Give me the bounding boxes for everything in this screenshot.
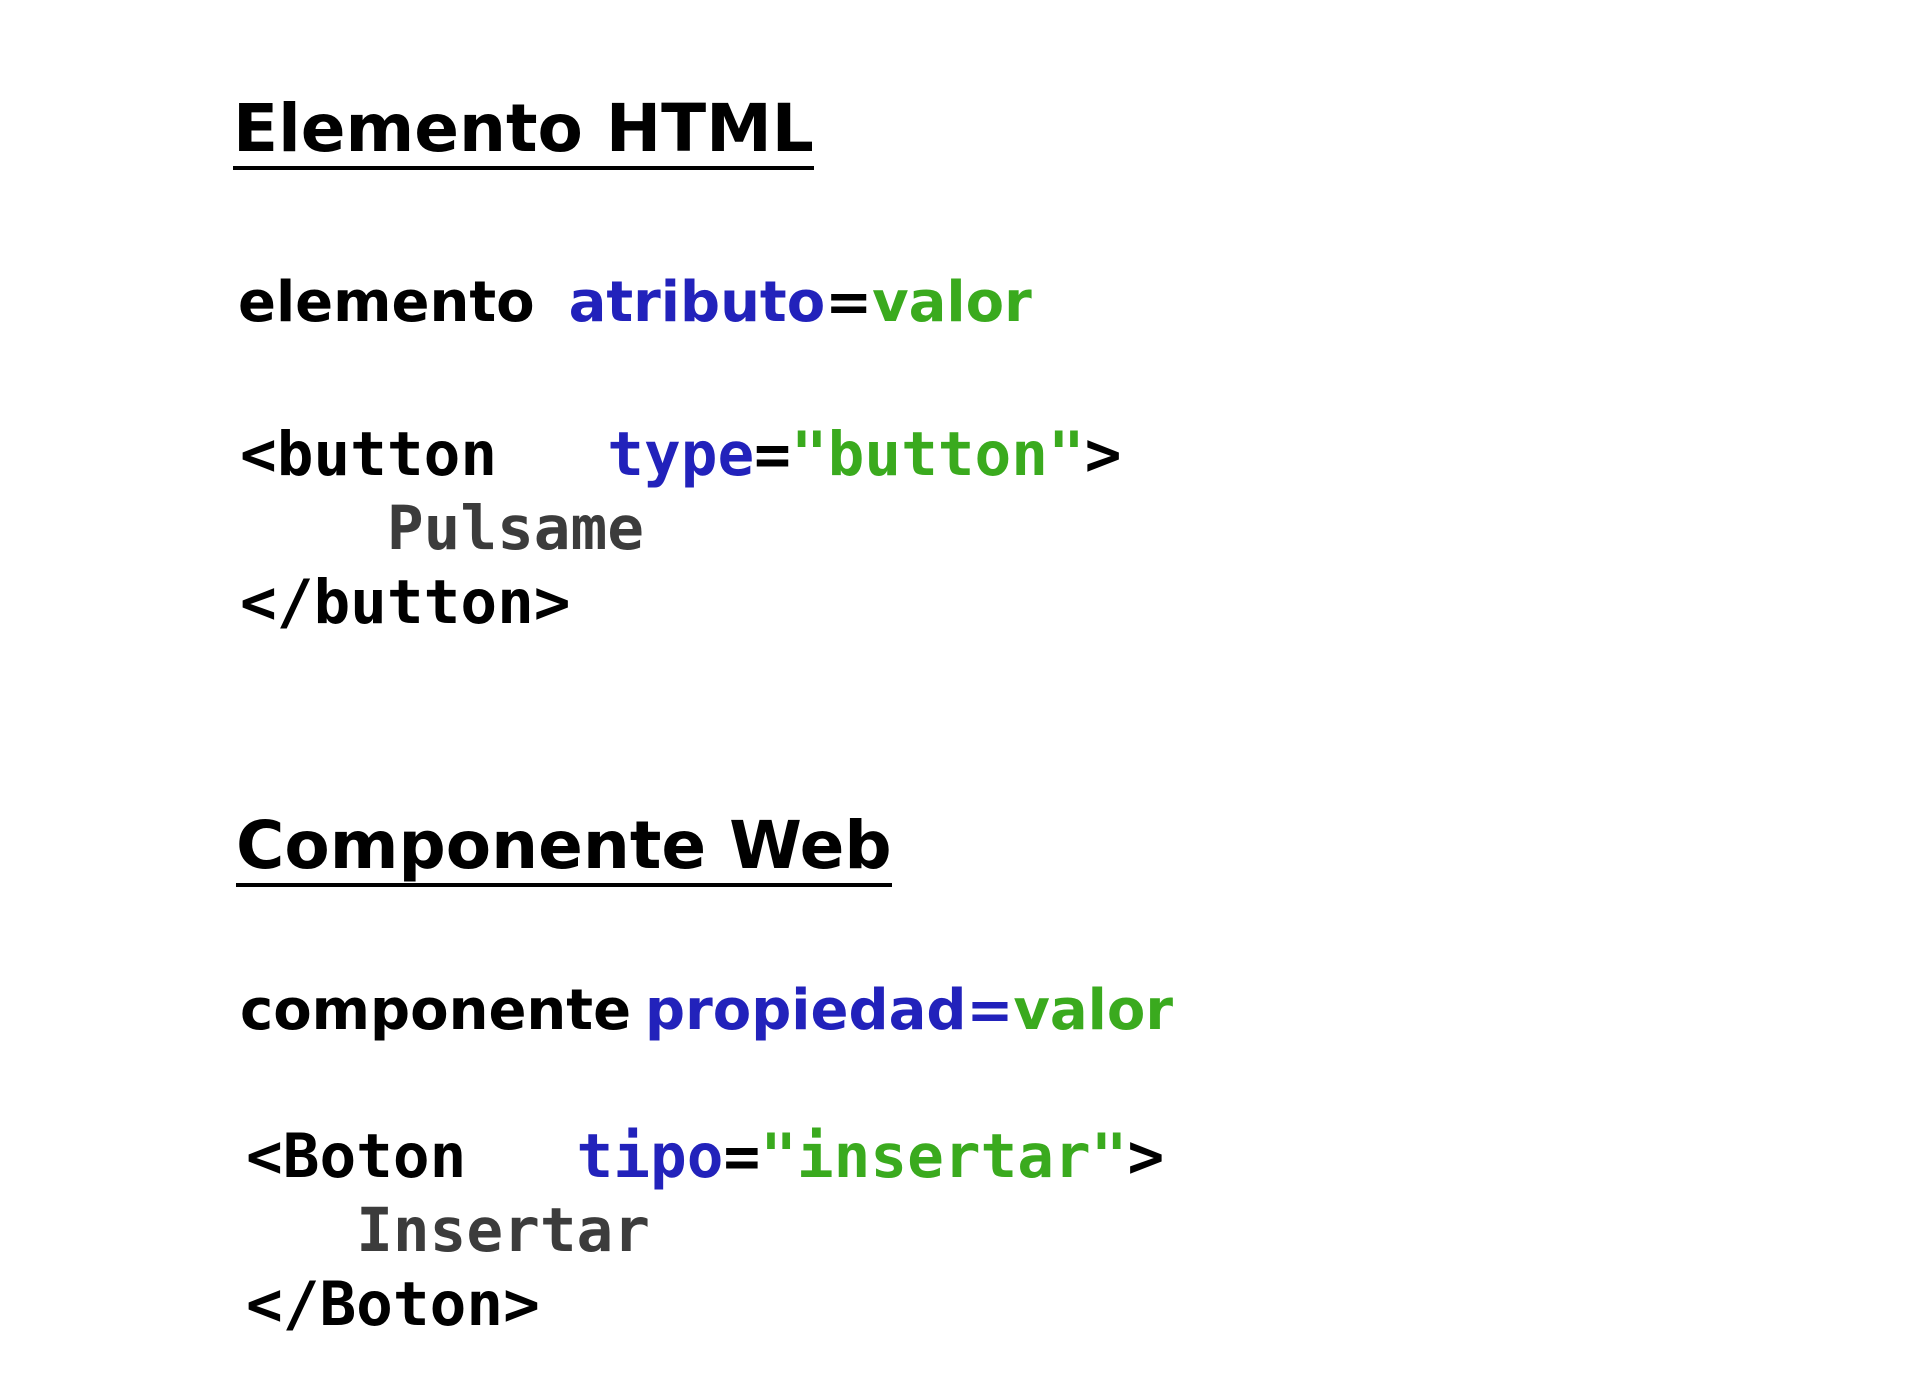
code-close-bracket: > [1127, 1121, 1165, 1192]
code-line-end-tag: </button> [240, 566, 1121, 640]
code-attr-name: tipo [576, 1121, 724, 1192]
code-line-open-tag: <Boton tipo="insertar"> [246, 1120, 1164, 1194]
html-button-code-example: <button type="button"> Pulsame </button> [240, 418, 1121, 640]
syntax-attribute-word: atributo [568, 270, 826, 335]
web-component-code-example: <Boton tipo="insertar"> Insertar </Boton> [246, 1120, 1164, 1342]
code-line-content: Insertar [246, 1194, 1164, 1268]
html-element-syntax: elemento atributo=valor [238, 275, 1032, 331]
syntax-equals: = [825, 270, 873, 335]
code-equals: = [754, 419, 791, 490]
syntax-property-word: propiedad= [645, 978, 1014, 1043]
syntax-element-word: elemento [238, 270, 535, 335]
code-line-content: Pulsame [240, 492, 1121, 566]
syntax-value-word: valor [872, 270, 1032, 335]
code-attr-value: "insertar" [760, 1121, 1128, 1192]
web-component-heading: Componente Web [236, 813, 892, 887]
code-attr-value: "button" [790, 419, 1085, 490]
code-line-open-tag: <button type="button"> [240, 418, 1121, 492]
web-component-syntax: componente propiedad=valor [240, 983, 1173, 1039]
code-equals: = [723, 1121, 761, 1192]
syntax-component-word: componente [240, 978, 632, 1043]
code-line-end-tag: </Boton> [246, 1268, 1164, 1342]
code-end-tag: </button> [240, 567, 571, 638]
code-close-bracket: > [1084, 419, 1122, 490]
code-open-tag: <button [240, 419, 498, 490]
html-element-heading: Elemento HTML [233, 96, 814, 170]
code-open-tag: <Boton [246, 1121, 467, 1192]
code-end-tag: </Boton> [246, 1269, 540, 1340]
code-content: Pulsame [386, 493, 644, 564]
code-attr-name: type [607, 419, 755, 490]
syntax-value-word: valor [1013, 978, 1173, 1043]
code-content: Insertar [356, 1195, 650, 1266]
